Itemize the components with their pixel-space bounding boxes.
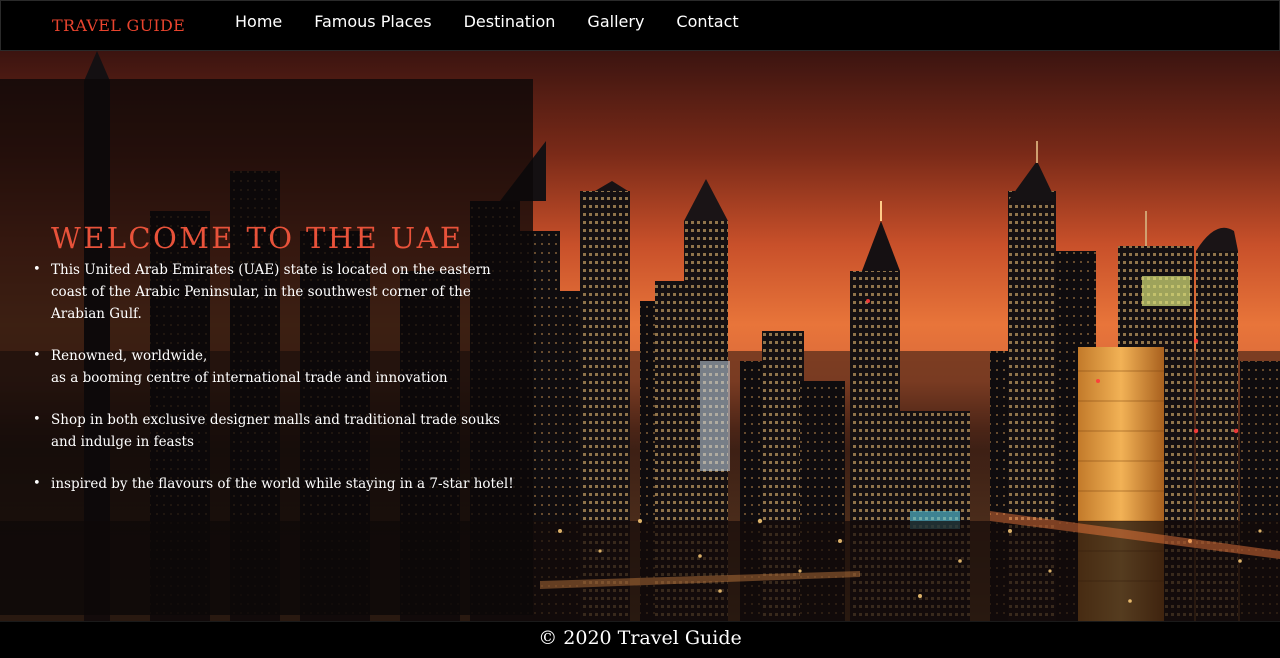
nav-item-home: Home [235, 12, 282, 32]
nav-link-gallery[interactable]: Gallery [587, 12, 644, 31]
highlight-line: coast of the Arabic Peninsular, in the s… [51, 284, 471, 300]
highlight-line: Shop in both exclusive designer malls an… [51, 412, 500, 428]
highlight-line: This United Arab Emirates (UAE) state is… [51, 262, 491, 278]
hero-section: WELCOME TO THE UAE • This United Arab Em… [0, 51, 1280, 621]
bullet-icon: • [33, 476, 41, 491]
highlight-item: • Renowned, worldwide, as a booming cent… [33, 345, 493, 389]
highlight-line: Arabian Gulf. [51, 306, 142, 322]
highlight-line: as a booming centre of international tra… [51, 370, 448, 386]
footer-copyright: © 2020 Travel Guide [538, 627, 742, 649]
highlight-line: Renowned, worldwide, [51, 348, 208, 364]
bullet-icon: • [33, 348, 41, 363]
footer: © 2020 Travel Guide [0, 621, 1280, 658]
highlight-item: • inspired by the flavours of the world … [33, 473, 514, 495]
top-navbar: TRAVEL GUIDE Home Famous Places Destinat… [0, 0, 1280, 51]
nav-link-contact[interactable]: Contact [676, 12, 738, 31]
nav-link-home[interactable]: Home [235, 12, 282, 31]
highlights-list: • This United Arab Emirates (UAE) state … [33, 259, 514, 515]
highlight-line: and indulge in feasts [51, 434, 194, 450]
highlight-item: • Shop in both exclusive designer malls … [33, 409, 500, 453]
nav-item-gallery: Gallery [587, 12, 644, 32]
welcome-panel: WELCOME TO THE UAE • This United Arab Em… [0, 79, 533, 615]
bullet-icon: • [33, 262, 41, 277]
nav-item-famous-places: Famous Places [314, 12, 431, 32]
nav-link-famous-places[interactable]: Famous Places [314, 12, 431, 31]
nav-item-contact: Contact [676, 12, 738, 32]
nav-item-destination: Destination [464, 12, 556, 32]
highlight-item: • This United Arab Emirates (UAE) state … [33, 259, 493, 325]
nav-link-destination[interactable]: Destination [464, 12, 556, 31]
highlight-line: inspired by the flavours of the world wh… [51, 476, 514, 492]
brand-logo[interactable]: TRAVEL GUIDE [52, 16, 185, 35]
nav-menu: Home Famous Places Destination Gallery C… [235, 12, 739, 32]
welcome-title: WELCOME TO THE UAE [51, 221, 464, 255]
bullet-icon: • [33, 412, 41, 427]
page: TRAVEL GUIDE Home Famous Places Destinat… [0, 0, 1280, 658]
